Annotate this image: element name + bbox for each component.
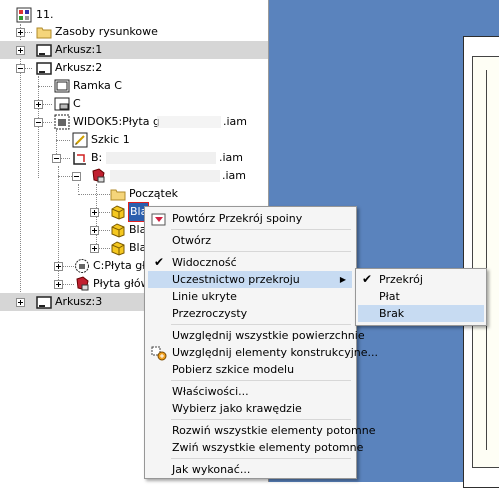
weldment-assembly-icon	[90, 168, 106, 184]
tree-item-sheet-1[interactable]: Arkusz:1	[0, 41, 268, 59]
tree-item-origin[interactable]: Początek	[0, 185, 268, 203]
section-view-icon	[72, 150, 88, 166]
sketch-icon	[72, 132, 88, 148]
checkmark-icon: ✔	[154, 255, 165, 269]
redacted-text	[106, 152, 216, 164]
tree-item-sheet-2[interactable]: Arkusz:2	[0, 59, 268, 77]
menu-separator	[171, 251, 351, 252]
menu-item-select-as-edges[interactable]: Wybierz jako krawędzie	[148, 400, 352, 417]
expand-toggle[interactable]	[90, 208, 99, 217]
tree-item-frame[interactable]: Ramka C	[0, 77, 268, 95]
sheet-icon	[36, 42, 52, 58]
tree-item-sketch[interactable]: Szkic 1	[0, 131, 268, 149]
menu-item-how-to[interactable]: Jak wykonać...	[148, 461, 352, 478]
redacted-text	[110, 170, 220, 182]
title-block-icon	[54, 96, 70, 112]
folder-icon	[36, 24, 52, 40]
menu-item-include-construction[interactable]: Uwzględnij elementy konstrukcyjne...	[148, 344, 378, 361]
collapse-toggle[interactable]	[52, 154, 61, 163]
expand-toggle[interactable]	[90, 226, 99, 235]
frame-icon	[54, 78, 70, 94]
redacted-text	[157, 116, 221, 128]
construction-elements-icon	[151, 345, 167, 361]
menu-item-collapse-all-children[interactable]: Zwiń wszystkie elementy potomne	[148, 439, 363, 456]
menu-separator	[171, 380, 351, 381]
menu-item-repeat-weld-section[interactable]: Powtórz Przekrój spoiny	[148, 210, 352, 227]
tree-root-label: 11.	[36, 8, 54, 21]
menu-separator	[171, 229, 351, 230]
checkmark-icon: ✔	[362, 272, 373, 286]
menu-item-include-all-surfaces[interactable]: Uwzględnij wszystkie powierzchnie	[148, 327, 365, 344]
collapse-toggle[interactable]	[34, 118, 43, 127]
menu-item-open[interactable]: Otwórz	[148, 232, 352, 249]
expand-toggle[interactable]	[16, 298, 25, 307]
menu-item-transparent[interactable]: Przezroczysty	[148, 305, 352, 322]
menu-item-section-participation[interactable]: Uczestnictwo przekroju ▶	[148, 271, 352, 288]
folder-icon	[110, 186, 126, 202]
menu-item-properties[interactable]: Właściwości...	[148, 383, 352, 400]
tree-item-view5[interactable]: WIDOK5:Płyta g .iam	[0, 113, 268, 131]
expand-toggle[interactable]	[54, 262, 63, 271]
submenu-arrow-icon: ▶	[339, 275, 346, 284]
context-menu: Powtórz Przekrój spoiny Otwórz ✔ Widoczn…	[144, 206, 378, 479]
collapse-toggle[interactable]	[16, 64, 25, 73]
tree-item-resources[interactable]: Zasoby rysunkowe	[0, 23, 268, 41]
part-icon	[110, 240, 126, 256]
sheet-icon	[36, 294, 52, 310]
sheet-icon	[36, 60, 52, 76]
menu-item-visibility[interactable]: ✔ Widoczność	[148, 254, 352, 271]
expand-toggle[interactable]	[34, 100, 43, 109]
expand-toggle[interactable]	[90, 244, 99, 253]
weldment-assembly-icon	[74, 276, 90, 292]
menu-item-expand-all-children[interactable]: Rozwiń wszystkie elementy potomne	[148, 422, 376, 439]
menu-separator	[171, 458, 351, 459]
part-icon	[110, 204, 126, 220]
part-icon	[110, 222, 126, 238]
submenu-item-section[interactable]: ✔ Przekrój	[358, 271, 484, 288]
drawing-line	[486, 70, 487, 450]
expand-toggle[interactable]	[16, 46, 25, 55]
submenu-item-none[interactable]: Brak	[358, 305, 484, 322]
tree-item-b[interactable]: B: .iam	[0, 149, 268, 167]
expand-toggle[interactable]	[16, 28, 25, 37]
menu-item-hidden-lines[interactable]: Linie ukryte	[148, 288, 352, 305]
menu-separator	[171, 419, 351, 420]
submenu-item-slice[interactable]: Płat	[358, 288, 484, 305]
menu-separator	[171, 324, 351, 325]
section-participation-submenu: ✔ Przekrój Płat Brak	[355, 268, 487, 326]
tree-root[interactable]: 11.	[0, 6, 268, 24]
collapse-toggle[interactable]	[72, 172, 81, 181]
drawing-view-icon	[54, 114, 70, 130]
detail-view-icon	[74, 258, 90, 274]
menu-item-get-model-sketches[interactable]: Pobierz szkice modelu	[148, 361, 352, 378]
drawing-document-icon	[16, 7, 32, 23]
tree-item-assembly[interactable]: .iam	[0, 167, 268, 185]
tree-item-title-block[interactable]: C	[0, 95, 268, 113]
repeat-weld-section-icon	[151, 211, 167, 227]
expand-toggle[interactable]	[54, 280, 63, 289]
